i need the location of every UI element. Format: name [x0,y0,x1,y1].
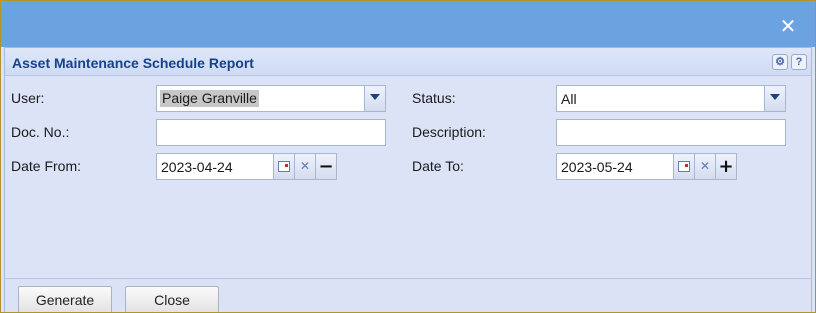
status-dropdown-button[interactable] [764,86,785,111]
user-dropdown-button[interactable] [364,86,385,111]
generate-button[interactable]: Generate [18,286,112,312]
status-label: Status: [412,90,456,106]
user-combobox[interactable]: Paige Granville [156,85,386,112]
panel-title: Asset Maintenance Schedule Report [12,55,254,71]
close-icon[interactable]: ✕ [779,16,797,36]
date-to-label: Date To: [412,158,464,174]
plus-icon[interactable]: + [715,154,736,179]
status-combobox[interactable]: All [556,85,786,112]
date-from-value: 2023-04-24 [161,159,233,175]
panel-header: Asset Maintenance Schedule Report ⚙ ? [5,48,811,76]
window-titlebar[interactable]: ✕ [1,1,815,47]
description-label: Description: [412,124,486,140]
report-panel: Asset Maintenance Schedule Report ⚙ ? Us… [4,47,812,312]
user-label: User: [11,90,45,106]
date-to-value: 2023-05-24 [561,159,633,175]
date-from-field[interactable]: 2023-04-24 ✕ − [156,153,337,180]
clear-icon[interactable]: ✕ [694,154,715,179]
status-value: All [561,91,577,107]
chevron-down-icon [770,94,780,100]
clear-icon[interactable]: ✕ [294,154,315,179]
chevron-down-icon [370,94,380,100]
report-dialog: ✕ Asset Maintenance Schedule Report ⚙ ? … [0,0,816,313]
description-input[interactable] [556,119,786,146]
date-to-field[interactable]: 2023-05-24 ✕ + [556,153,737,180]
minus-icon[interactable]: − [315,154,336,179]
calendar-icon[interactable] [273,154,294,179]
close-button[interactable]: Close [125,286,219,312]
user-value: Paige Granville [160,90,259,107]
date-from-tools: ✕ − [273,154,336,179]
date-to-tools: ✕ + [673,154,736,179]
button-bar: Generate Close [5,278,811,312]
calendar-icon[interactable] [673,154,694,179]
date-from-label: Date From: [11,158,82,174]
gear-icon[interactable]: ⚙ [772,54,788,70]
doc-no-input[interactable] [156,119,386,146]
help-icon[interactable]: ? [791,54,807,70]
doc-no-label: Doc. No.: [11,124,70,140]
